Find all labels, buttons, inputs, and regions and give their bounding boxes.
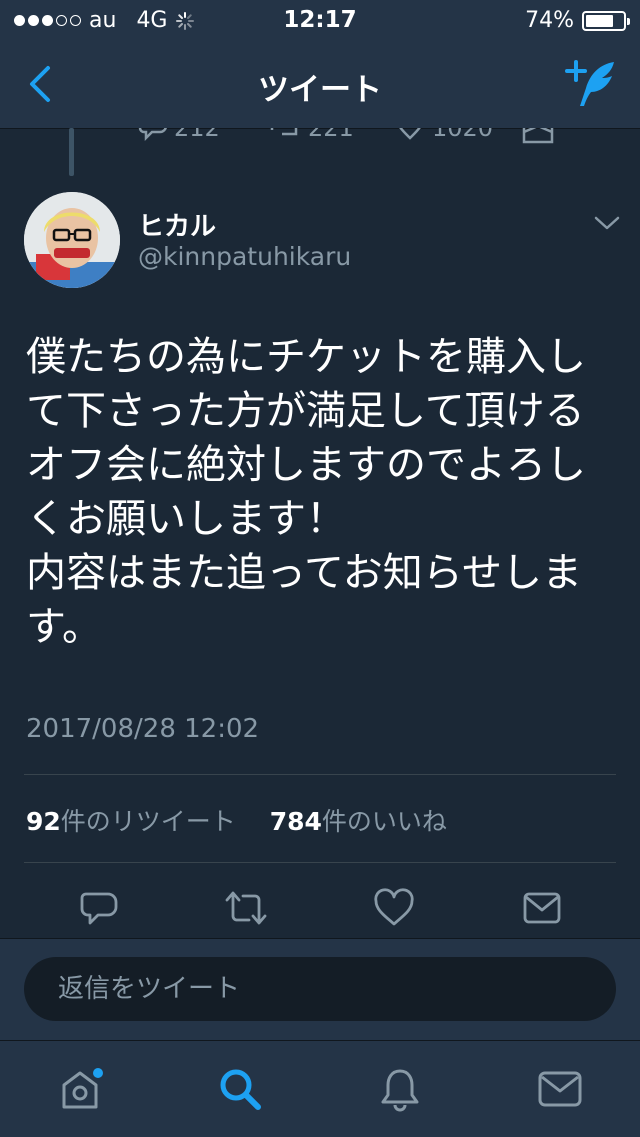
status-bar: au 4G 12:17 74% <box>0 0 640 40</box>
retweet-icon <box>225 891 267 925</box>
prev-reply-count: 212 <box>174 128 220 142</box>
previous-tweet-actions: 212 221 1020 <box>0 128 640 150</box>
reply-icon <box>80 892 118 925</box>
prev-retweet-count: 221 <box>308 128 354 142</box>
battery-percent: 74% <box>525 8 574 33</box>
mail-icon[interactable] <box>522 128 554 146</box>
mail-icon <box>538 1071 582 1107</box>
tweet-text: 僕たちの為にチケットを購入し て下さった方が満足して頂ける オフ会に絶対しますの… <box>26 334 586 650</box>
like-label: 件のいいね <box>321 807 447 836</box>
like-count: 784 <box>269 807 322 836</box>
tweet-timestamp: 2017/08/28 12:02 <box>26 714 260 744</box>
compose-button[interactable] <box>564 58 620 110</box>
prev-like-count: 1020 <box>432 128 494 142</box>
author-handle[interactable]: @kinnpatuhikaru <box>138 242 351 271</box>
retweet-icon[interactable] <box>268 128 302 144</box>
author-name[interactable]: ヒカル <box>138 206 216 243</box>
reply-icon[interactable] <box>138 128 168 144</box>
tab-home[interactable] <box>50 1061 110 1117</box>
reply-input[interactable] <box>24 957 616 1021</box>
heart-icon[interactable] <box>394 128 426 144</box>
notification-dot <box>93 1068 103 1078</box>
avatar[interactable] <box>24 192 120 288</box>
divider <box>24 862 616 863</box>
thread-connector <box>69 128 74 176</box>
navigation-bar: ツイート <box>0 40 640 129</box>
home-icon <box>62 1068 103 1109</box>
share-dm-button[interactable] <box>516 882 568 934</box>
page-title: ツイート <box>258 72 382 108</box>
battery-icon <box>582 10 630 31</box>
tweet-stats: 92件のリツイート 784件のいいね <box>26 802 447 838</box>
avatar-photo <box>24 192 120 288</box>
divider <box>24 774 616 775</box>
retweet-count: 92 <box>26 807 61 836</box>
compose-tweet-icon <box>565 60 614 106</box>
tweet-options-button[interactable] <box>592 212 622 236</box>
tab-search[interactable] <box>210 1061 270 1117</box>
heart-icon <box>374 888 414 926</box>
like-stat[interactable]: 784件のいいね <box>270 807 447 836</box>
tab-bar <box>0 1040 640 1137</box>
search-icon <box>220 1069 261 1110</box>
tab-notifications[interactable] <box>370 1061 430 1117</box>
bell-icon <box>381 1069 419 1112</box>
reply-button[interactable] <box>72 882 124 934</box>
status-right: 74% <box>525 8 630 33</box>
tweet-actions <box>0 882 640 934</box>
mail-icon <box>523 892 561 924</box>
reply-bar <box>0 938 640 1041</box>
retweet-stat[interactable]: 92件のリツイート <box>26 807 236 836</box>
like-button[interactable] <box>368 882 420 934</box>
retweet-label: 件のリツイート <box>60 807 236 836</box>
retweet-button[interactable] <box>220 882 272 934</box>
chevron-down-icon <box>594 216 620 230</box>
tab-messages[interactable] <box>530 1061 590 1117</box>
